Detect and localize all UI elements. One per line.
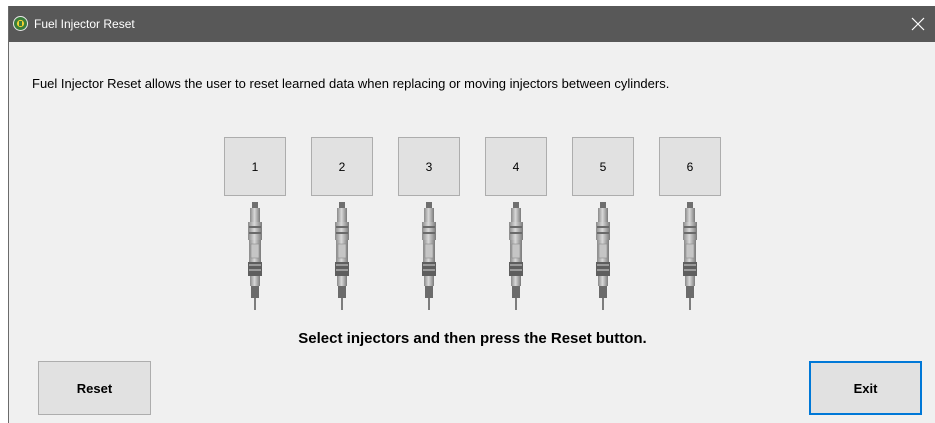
injector-button-4[interactable]: 4 <box>485 137 547 196</box>
injector-button-label: 3 <box>425 159 433 174</box>
injector-button-label: 5 <box>599 159 607 174</box>
fuel-injector-reset-window: Fuel Injector Reset Fuel Injector Reset … <box>8 6 935 423</box>
reset-button-label: Reset <box>76 380 113 396</box>
injector-button-label: 6 <box>686 159 694 174</box>
injector-button-5[interactable]: 5 <box>572 137 634 196</box>
injector-button-label: 2 <box>338 159 346 174</box>
injector-button-2[interactable]: 2 <box>311 137 373 196</box>
close-icon <box>911 17 925 31</box>
injector-button-label: 4 <box>512 159 520 174</box>
fuel-injector-image <box>595 202 611 311</box>
fuel-injector-image <box>508 202 524 311</box>
instruction-text: Select injectors and then press the Rese… <box>298 330 647 347</box>
app-icon <box>13 16 28 31</box>
injector-button-1[interactable]: 1 <box>224 137 286 196</box>
exit-button[interactable]: Exit <box>809 361 922 415</box>
fuel-injector-image <box>421 202 437 311</box>
exit-button-label: Exit <box>853 380 878 396</box>
reset-button[interactable]: Reset <box>38 361 151 415</box>
fuel-injector-image <box>682 202 698 311</box>
close-button[interactable] <box>900 6 935 42</box>
description-text: Fuel Injector Reset allows the user to r… <box>32 76 670 91</box>
window-title: Fuel Injector Reset <box>34 17 135 31</box>
injector-button-3[interactable]: 3 <box>398 137 460 196</box>
injector-button-6[interactable]: 6 <box>659 137 721 196</box>
injector-button-label: 1 <box>251 159 259 174</box>
title-bar: Fuel Injector Reset <box>9 6 935 42</box>
fuel-injector-image <box>334 202 350 311</box>
fuel-injector-image <box>247 202 263 311</box>
